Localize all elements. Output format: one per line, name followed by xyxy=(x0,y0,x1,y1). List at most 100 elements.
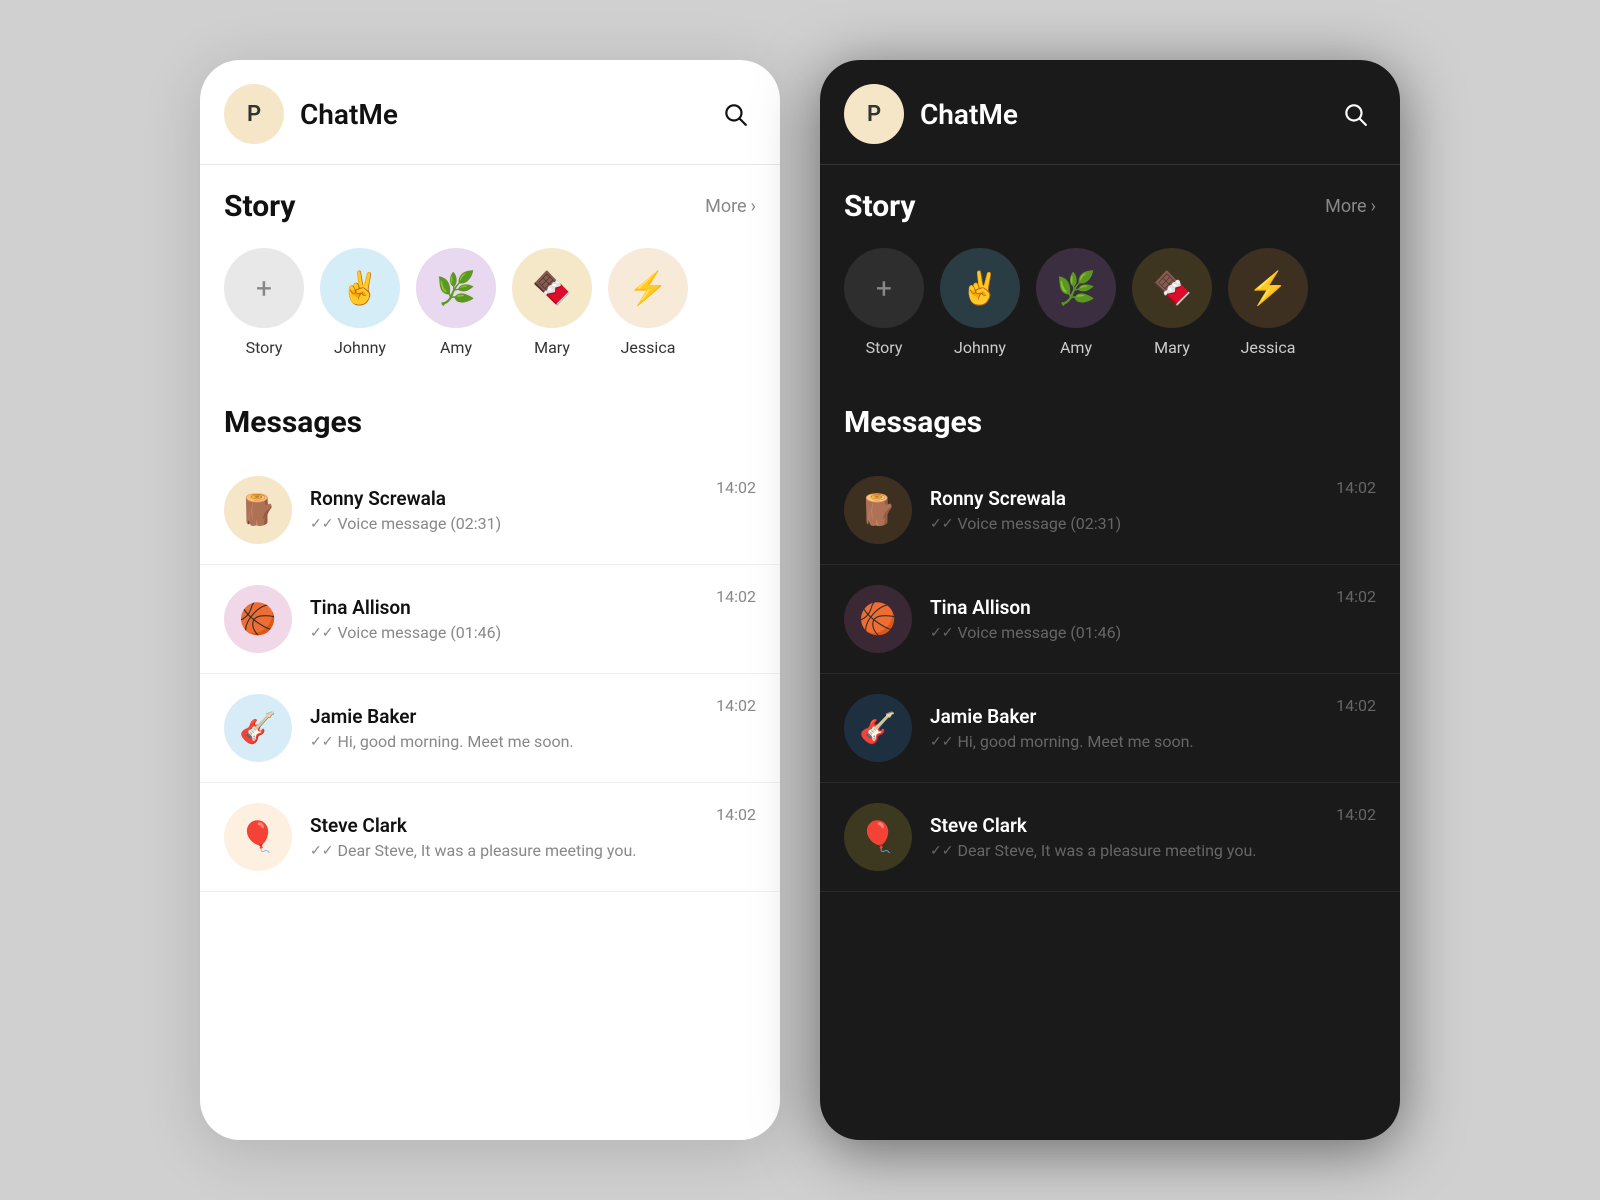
story-item-jessica-dark[interactable]: ⚡ Jessica xyxy=(1228,248,1308,357)
story-circle-jessica-dark: ⚡ xyxy=(1228,248,1308,328)
messages-section-dark: 🪵 Ronny Screwala ✓✓ Voice message (02:31… xyxy=(820,456,1400,1140)
story-label-mary-light: Mary xyxy=(534,338,570,357)
avatar-jamie-light: 🎸 xyxy=(224,694,292,762)
content-jamie-dark: Jamie Baker ✓✓ Hi, good morning. Meet me… xyxy=(930,705,1318,751)
story-circle-add-dark: + xyxy=(844,248,924,328)
preview-jamie-light: ✓✓ Hi, good morning. Meet me soon. xyxy=(310,732,698,751)
header-light: P ChatMe xyxy=(200,60,780,165)
story-item-mary-light[interactable]: 🍫 Mary xyxy=(512,248,592,357)
message-tina-light[interactable]: 🏀 Tina Allison ✓✓ Voice message (01:46) … xyxy=(200,565,780,674)
story-label-add-light: Story xyxy=(246,338,283,357)
name-steve-dark: Steve Clark xyxy=(930,814,1318,837)
message-steve-light[interactable]: 🎈 Steve Clark ✓✓ Dear Steve, It was a pl… xyxy=(200,783,780,892)
content-tina-light: Tina Allison ✓✓ Voice message (01:46) xyxy=(310,596,698,642)
preview-steve-light: ✓✓ Dear Steve, It was a pleasure meeting… xyxy=(310,841,698,860)
story-label-amy-light: Amy xyxy=(440,338,472,357)
messages-title-light: Messages xyxy=(224,405,362,440)
user-avatar-dark[interactable]: P xyxy=(844,84,904,144)
message-ronny-dark[interactable]: 🪵 Ronny Screwala ✓✓ Voice message (02:31… xyxy=(820,456,1400,565)
story-label-jessica-dark: Jessica xyxy=(1241,338,1296,357)
preview-ronny-dark: ✓✓ Voice message (02:31) xyxy=(930,514,1318,533)
time-tina-light: 14:02 xyxy=(716,585,756,606)
stories-row-dark: + Story ✌️ Johnny 🌿 Amy 🍫 Mary ⚡ Jessica xyxy=(820,240,1400,381)
time-steve-dark: 14:02 xyxy=(1336,803,1376,824)
messages-section-header-light: Messages xyxy=(200,381,780,456)
time-ronny-dark: 14:02 xyxy=(1336,476,1376,497)
story-label-jessica-light: Jessica xyxy=(621,338,676,357)
messages-section-header-dark: Messages xyxy=(820,381,1400,456)
time-ronny-light: 14:02 xyxy=(716,476,756,497)
avatar-steve-dark: 🎈 xyxy=(844,803,912,871)
check-ronny-light: ✓✓ xyxy=(310,516,333,532)
phone-dark: P ChatMe Story More › + Story ✌️ Johnny … xyxy=(820,60,1400,1140)
messages-list-dark: 🪵 Ronny Screwala ✓✓ Voice message (02:31… xyxy=(820,456,1400,892)
avatar-tina-light: 🏀 xyxy=(224,585,292,653)
messages-list-light: 🪵 Ronny Screwala ✓✓ Voice message (02:31… xyxy=(200,456,780,892)
preview-steve-dark: ✓✓ Dear Steve, It was a pleasure meeting… xyxy=(930,841,1318,860)
message-steve-dark[interactable]: 🎈 Steve Clark ✓✓ Dear Steve, It was a pl… xyxy=(820,783,1400,892)
time-steve-light: 14:02 xyxy=(716,803,756,824)
message-ronny-light[interactable]: 🪵 Ronny Screwala ✓✓ Voice message (02:31… xyxy=(200,456,780,565)
message-jamie-light[interactable]: 🎸 Jamie Baker ✓✓ Hi, good morning. Meet … xyxy=(200,674,780,783)
story-circle-jessica-light: ⚡ xyxy=(608,248,688,328)
content-tina-dark: Tina Allison ✓✓ Voice message (01:46) xyxy=(930,596,1318,642)
check-tina-light: ✓✓ xyxy=(310,625,333,641)
story-title-light: Story xyxy=(224,189,296,224)
story-item-jessica-light[interactable]: ⚡ Jessica xyxy=(608,248,688,357)
avatar-jamie-dark: 🎸 xyxy=(844,694,912,762)
story-section-header-light: Story More › xyxy=(200,165,780,240)
story-label-add-dark: Story xyxy=(866,338,903,357)
time-tina-dark: 14:02 xyxy=(1336,585,1376,606)
story-item-add-light[interactable]: + Story xyxy=(224,248,304,357)
story-circle-mary-light: 🍫 xyxy=(512,248,592,328)
name-ronny-dark: Ronny Screwala xyxy=(930,487,1318,510)
story-circle-amy-light: 🌿 xyxy=(416,248,496,328)
avatar-ronny-dark: 🪵 xyxy=(844,476,912,544)
story-item-amy-dark[interactable]: 🌿 Amy xyxy=(1036,248,1116,357)
message-jamie-dark[interactable]: 🎸 Jamie Baker ✓✓ Hi, good morning. Meet … xyxy=(820,674,1400,783)
avatar-ronny-light: 🪵 xyxy=(224,476,292,544)
name-jamie-light: Jamie Baker xyxy=(310,705,698,728)
story-label-johnny-light: Johnny xyxy=(334,338,386,357)
name-tina-dark: Tina Allison xyxy=(930,596,1318,619)
story-circle-mary-dark: 🍫 xyxy=(1132,248,1212,328)
story-more-dark[interactable]: More › xyxy=(1325,196,1376,217)
check-steve-dark: ✓✓ xyxy=(930,843,953,859)
story-label-amy-dark: Amy xyxy=(1060,338,1092,357)
search-button-light[interactable] xyxy=(714,93,756,135)
story-circle-amy-dark: 🌿 xyxy=(1036,248,1116,328)
content-ronny-light: Ronny Screwala ✓✓ Voice message (02:31) xyxy=(310,487,698,533)
check-tina-dark: ✓✓ xyxy=(930,625,953,641)
preview-tina-light: ✓✓ Voice message (01:46) xyxy=(310,623,698,642)
story-label-johnny-dark: Johnny xyxy=(954,338,1006,357)
story-item-johnny-dark[interactable]: ✌️ Johnny xyxy=(940,248,1020,357)
time-jamie-light: 14:02 xyxy=(716,694,756,715)
story-circle-johnny-light: ✌️ xyxy=(320,248,400,328)
story-circle-johnny-dark: ✌️ xyxy=(940,248,1020,328)
story-more-light[interactable]: More › xyxy=(705,196,756,217)
check-jamie-light: ✓✓ xyxy=(310,734,333,750)
name-steve-light: Steve Clark xyxy=(310,814,698,837)
check-ronny-dark: ✓✓ xyxy=(930,516,953,532)
check-steve-light: ✓✓ xyxy=(310,843,333,859)
stories-row-light: + Story ✌️ Johnny 🌿 Amy 🍫 Mary ⚡ Jessica xyxy=(200,240,780,381)
preview-jamie-dark: ✓✓ Hi, good morning. Meet me soon. xyxy=(930,732,1318,751)
avatar-tina-dark: 🏀 xyxy=(844,585,912,653)
check-jamie-dark: ✓✓ xyxy=(930,734,953,750)
content-jamie-light: Jamie Baker ✓✓ Hi, good morning. Meet me… xyxy=(310,705,698,751)
message-tina-dark[interactable]: 🏀 Tina Allison ✓✓ Voice message (01:46) … xyxy=(820,565,1400,674)
user-avatar-light[interactable]: P xyxy=(224,84,284,144)
content-ronny-dark: Ronny Screwala ✓✓ Voice message (02:31) xyxy=(930,487,1318,533)
story-item-amy-light[interactable]: 🌿 Amy xyxy=(416,248,496,357)
story-item-mary-dark[interactable]: 🍫 Mary xyxy=(1132,248,1212,357)
name-ronny-light: Ronny Screwala xyxy=(310,487,698,510)
name-jamie-dark: Jamie Baker xyxy=(930,705,1318,728)
messages-title-dark: Messages xyxy=(844,405,982,440)
search-button-dark[interactable] xyxy=(1334,93,1376,135)
name-tina-light: Tina Allison xyxy=(310,596,698,619)
story-item-add-dark[interactable]: + Story xyxy=(844,248,924,357)
app-title-dark: ChatMe xyxy=(920,98,1318,131)
header-dark: P ChatMe xyxy=(820,60,1400,165)
story-item-johnny-light[interactable]: ✌️ Johnny xyxy=(320,248,400,357)
story-title-dark: Story xyxy=(844,189,916,224)
